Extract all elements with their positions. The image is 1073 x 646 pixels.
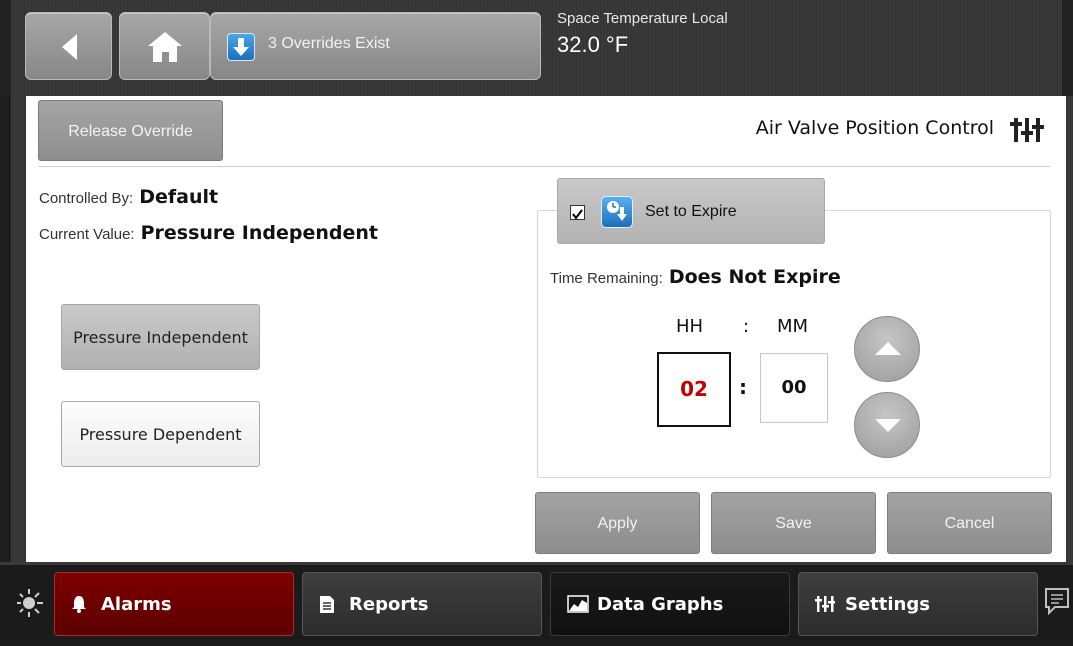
- chevron-up-icon: [875, 342, 901, 355]
- bottom-nav: Alarms Reports Data Graphs Settings: [0, 562, 1073, 646]
- checkmark-icon: [572, 209, 583, 220]
- save-button[interactable]: Save: [711, 492, 876, 554]
- status-point-name: Space Temperature Local: [557, 10, 728, 27]
- release-override-button[interactable]: Release Override: [38, 100, 223, 161]
- chevron-down-icon: [875, 419, 901, 432]
- set-to-expire-label: Set to Expire: [645, 203, 737, 220]
- nav-settings[interactable]: Settings: [798, 572, 1038, 636]
- expire-group: [537, 210, 1051, 478]
- home-button[interactable]: [119, 12, 210, 80]
- time-remaining-label: Time Remaining:: [550, 270, 663, 287]
- settings-sliders-icon: [1010, 118, 1044, 142]
- hours-field[interactable]: 02: [657, 352, 731, 427]
- current-value-label: Current Value:: [39, 226, 135, 243]
- set-to-expire-button[interactable]: Set to Expire: [557, 178, 825, 244]
- overrides-label: 3 Overrides Exist: [268, 35, 390, 52]
- nav-settings-label: Settings: [845, 594, 930, 615]
- current-value-value: Pressure Independent: [140, 222, 378, 244]
- back-arrow-icon: [62, 34, 77, 60]
- option-pressure-dependent[interactable]: Pressure Dependent: [61, 401, 260, 467]
- nav-data-graphs-label: Data Graphs: [597, 594, 724, 615]
- increment-button[interactable]: [854, 316, 920, 382]
- top-bar: 3 Overrides Exist Space Temperature Loca…: [0, 0, 1073, 96]
- time-separator-label: :: [743, 316, 750, 337]
- panel-title: Air Valve Position Control: [755, 117, 994, 139]
- expire-checkbox[interactable]: [570, 205, 585, 220]
- nav-reports-label: Reports: [349, 594, 429, 615]
- controlled-by-label: Controlled By:: [39, 190, 134, 207]
- time-remaining-row: Time Remaining: Does Not Expire: [550, 266, 841, 288]
- status-point-value: 32.0 °F: [557, 32, 629, 57]
- bell-icon: [72, 596, 86, 613]
- nav-data-graphs[interactable]: Data Graphs: [550, 572, 790, 636]
- graph-icon: [567, 595, 589, 613]
- minutes-label: MM: [777, 316, 809, 337]
- home-icon: [148, 32, 182, 62]
- header-divider: [38, 166, 1050, 167]
- left-frame: [11, 96, 26, 568]
- decrement-button[interactable]: [854, 392, 920, 458]
- back-button[interactable]: [25, 12, 112, 80]
- clock-download-icon: [601, 196, 633, 228]
- nav-alarms[interactable]: Alarms: [54, 572, 294, 636]
- controlled-by-value: Default: [139, 186, 219, 208]
- cancel-button[interactable]: Cancel: [887, 492, 1052, 554]
- minutes-field[interactable]: 00: [760, 353, 828, 423]
- time-separator: :: [739, 375, 747, 399]
- controlled-by-row: Controlled By: Default: [39, 186, 218, 208]
- brightness-sun-icon[interactable]: [17, 585, 45, 621]
- override-panel: Release Override Air Valve Position Cont…: [26, 96, 1066, 568]
- settings-sliders-icon: [815, 596, 835, 612]
- time-remaining-value: Does Not Expire: [668, 266, 841, 288]
- nav-reports[interactable]: Reports: [302, 572, 542, 636]
- option-pressure-independent[interactable]: Pressure Independent: [61, 304, 260, 370]
- current-value-row: Current Value: Pressure Independent: [39, 222, 378, 244]
- override-download-icon: [227, 33, 255, 61]
- report-document-icon: [320, 596, 334, 613]
- apply-button[interactable]: Apply: [535, 492, 700, 554]
- chat-bubble-icon[interactable]: [1043, 587, 1071, 617]
- hours-label: HH: [676, 316, 704, 337]
- overrides-button[interactable]: 3 Overrides Exist: [210, 12, 541, 80]
- nav-alarms-label: Alarms: [101, 594, 172, 615]
